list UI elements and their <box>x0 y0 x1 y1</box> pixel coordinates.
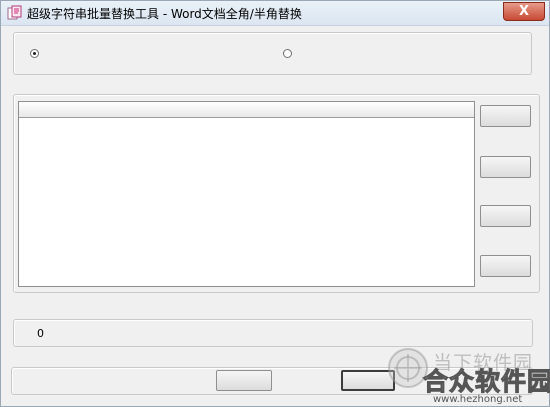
side-button-2[interactable] <box>480 156 531 178</box>
mode-radio-fullwidth[interactable] <box>30 49 39 58</box>
title-bar[interactable]: 超级字符串批量替换工具 - Word文档全角/半角替换 X <box>1 1 549 26</box>
side-button-1[interactable] <box>480 105 531 127</box>
close-button[interactable]: X <box>503 2 545 21</box>
window-title: 超级字符串批量替换工具 - Word文档全角/半角替换 <box>27 7 302 21</box>
side-button-3[interactable] <box>480 205 531 227</box>
application-window: 超级字符串批量替换工具 - Word文档全角/半角替换 X 0 当下软件园 合众… <box>0 0 550 407</box>
app-icon <box>7 5 22 20</box>
bottom-button-1[interactable] <box>216 370 272 391</box>
status-group <box>13 319 533 347</box>
status-count: 0 <box>37 327 44 340</box>
file-list[interactable] <box>18 101 475 287</box>
mode-radio-halfwidth[interactable] <box>283 49 292 58</box>
watermark-url: www.hezhong.net <box>433 394 523 405</box>
mode-option-group <box>13 32 532 75</box>
watermark-main-text: 合众软件园 <box>422 367 550 397</box>
side-button-4[interactable] <box>480 255 531 277</box>
file-list-header[interactable] <box>19 102 474 118</box>
close-icon: X <box>518 4 530 19</box>
